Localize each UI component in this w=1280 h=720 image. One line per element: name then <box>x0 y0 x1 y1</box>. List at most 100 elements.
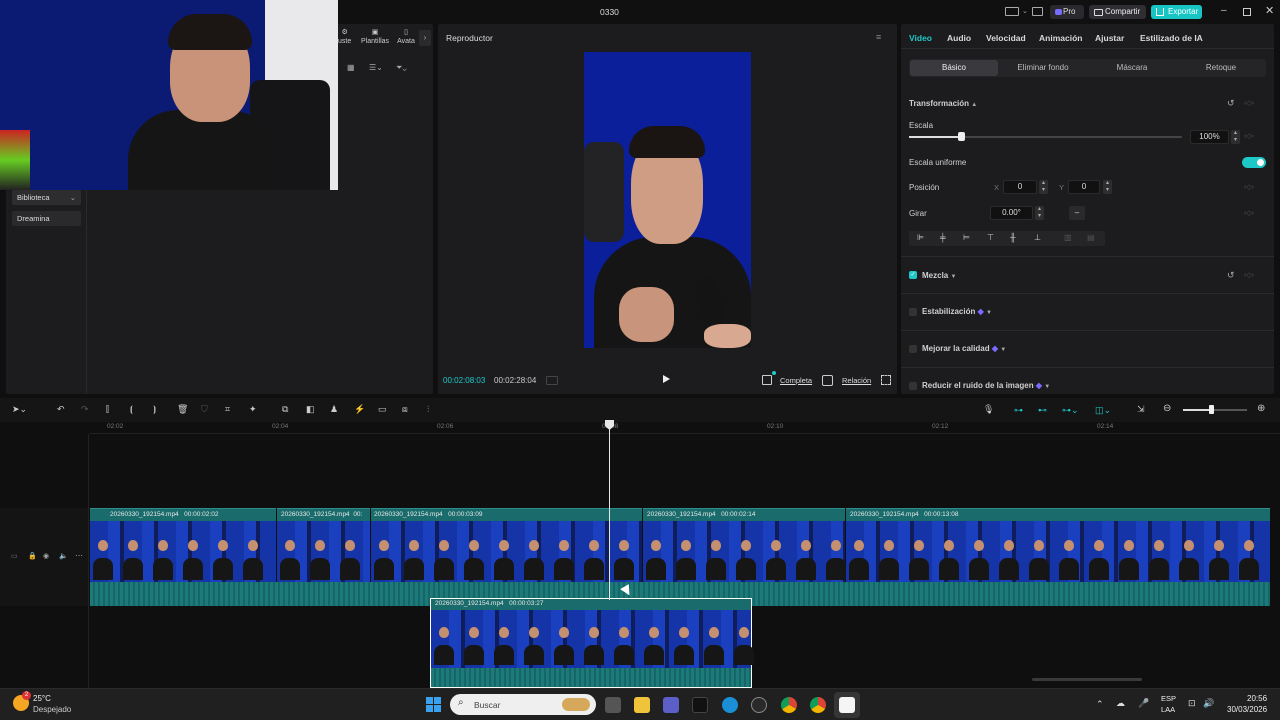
microphone-icon[interactable]: 🎙 <box>983 404 994 415</box>
taskbar-search[interactable]: ⌕ Buscar <box>450 694 596 715</box>
position-x-stepper[interactable]: ▴ ▾ <box>1039 180 1048 194</box>
align-right-icon[interactable]: ⊨ <box>963 233 970 242</box>
tab-animation[interactable]: Animación <box>1039 33 1082 43</box>
ai-icon[interactable]: ✦ <box>249 404 257 415</box>
tab-video[interactable]: Video <box>909 33 932 43</box>
network-icon[interactable]: ⊡ <box>1188 698 1196 709</box>
eye-icon[interactable]: ◉ <box>43 552 49 560</box>
shortcut-icon[interactable] <box>1032 7 1043 16</box>
shield-icon[interactable]: ⛉ <box>201 404 208 415</box>
grid-view-icon[interactable]: ▦ <box>347 63 355 72</box>
position-y-input[interactable]: 0 <box>1068 180 1100 194</box>
speaker-icon[interactable]: 🔈 <box>59 552 68 560</box>
keyframe-icon[interactable]: ‹◇› <box>1244 99 1254 107</box>
tab-ai-style[interactable]: Estilizado de IA <box>1140 33 1203 43</box>
redo-icon[interactable]: ↷ <box>81 404 89 415</box>
filter-icon[interactable]: ⏷⌄ <box>396 63 407 73</box>
video-preview[interactable] <box>584 52 751 348</box>
cover-icon[interactable]: ▭ <box>11 552 18 560</box>
task-view-icon[interactable] <box>605 697 621 713</box>
playhead[interactable] <box>609 420 610 600</box>
app-icon[interactable] <box>692 697 708 713</box>
frame-icon[interactable] <box>762 375 772 385</box>
scale-input[interactable]: 100% <box>1190 130 1229 144</box>
distribute-v-icon[interactable]: ▤ <box>1087 233 1095 242</box>
denoise-checkbox[interactable] <box>909 382 917 390</box>
capcut-icon[interactable] <box>839 697 855 713</box>
sort-icon[interactable]: ☰⌄ <box>369 63 383 72</box>
uniform-scale-toggle[interactable] <box>1242 157 1266 168</box>
trim-right-icon[interactable]: ⦘ <box>153 404 156 415</box>
align-bottom-icon[interactable]: ⊥ <box>1034 233 1041 242</box>
align-middle-icon[interactable]: ╫ <box>1010 233 1016 242</box>
toolbar-templates[interactable]: ▣ Plantillas <box>361 28 389 45</box>
file-explorer-icon[interactable] <box>634 697 650 713</box>
preview-axis-icon[interactable]: ◫⌄ <box>1095 405 1111 416</box>
subtab-retouch[interactable]: Retoque <box>1178 60 1264 76</box>
align-left-icon[interactable]: ⊫ <box>917 233 924 242</box>
rotate-stepper[interactable]: ▴ ▾ <box>1035 206 1044 220</box>
sidebar-item-dreamina[interactable]: Dreamina <box>12 211 81 226</box>
audio-split-icon[interactable]: ⫶ <box>427 404 429 415</box>
blend-checkbox[interactable]: ✓ <box>909 271 917 279</box>
freeze-icon[interactable]: ⧉ <box>282 404 288 415</box>
full-quality-button[interactable]: Completa <box>780 376 812 385</box>
tab-audio[interactable]: Audio <box>947 33 971 43</box>
timeline-scrollbar[interactable] <box>1032 678 1142 681</box>
enhance-checkbox[interactable] <box>909 345 917 353</box>
trim-left-icon[interactable]: ⦗ <box>130 404 133 415</box>
chevron-up-icon[interactable]: ⌃ <box>1096 699 1104 710</box>
blend-section[interactable]: Mezcla ▼ <box>922 271 956 280</box>
delete-icon[interactable]: 🗑 <box>177 404 188 415</box>
zoom-slider[interactable] <box>1183 409 1247 411</box>
scale-slider[interactable] <box>909 136 1182 138</box>
restore-icon[interactable] <box>1243 8 1251 16</box>
snap-icon[interactable]: ⊷ <box>1038 405 1047 416</box>
reset-icon[interactable]: ↺ <box>1227 270 1235 281</box>
zoom-slider-handle[interactable] <box>1209 405 1214 414</box>
snapshot-icon[interactable] <box>822 375 833 386</box>
layout-icon[interactable] <box>1005 7 1019 16</box>
link-icon[interactable]: ⊶⌄ <box>1062 405 1079 416</box>
tab-speed[interactable]: Velocidad <box>986 33 1026 43</box>
ratio-button[interactable]: Relación <box>842 376 871 385</box>
replace-icon[interactable]: ⧈ <box>402 404 408 415</box>
volume-icon[interactable]: 🔊 <box>1203 698 1214 709</box>
menu-icon[interactable]: ≡ <box>876 32 881 42</box>
more-icon[interactable]: ⋯ <box>75 551 83 560</box>
transform-section[interactable]: Transformación ▲ <box>909 99 977 108</box>
chevron-right-icon[interactable]: › <box>419 30 431 46</box>
fullscreen-icon[interactable] <box>881 375 891 385</box>
chatgpt-icon[interactable] <box>751 697 767 713</box>
denoise-section[interactable]: Reducir el ruido de la imagen ◆ ▼ <box>922 381 1050 390</box>
rotate-input[interactable]: 0.00° <box>990 206 1033 220</box>
rotate-flip-button[interactable]: – <box>1069 206 1085 220</box>
chrome-icon[interactable] <box>781 697 797 713</box>
crop-icon[interactable]: ⌗ <box>225 404 230 415</box>
zoom-out-icon[interactable]: ⊖ <box>1163 403 1171 414</box>
keyframe-icon[interactable]: ‹◇› <box>1244 209 1254 217</box>
teams-icon[interactable] <box>663 697 679 713</box>
language[interactable]: ESP <box>1161 694 1176 703</box>
caption-icon[interactable]: ▭ <box>378 404 387 415</box>
subtab-basic[interactable]: Básico <box>910 60 998 76</box>
enhance-section[interactable]: Mejorar la calidad ◆ ▼ <box>922 344 1006 353</box>
fit-icon[interactable]: ⇲ <box>1137 404 1145 415</box>
windows-start-icon[interactable] <box>426 697 441 712</box>
chrome-profile-icon[interactable] <box>810 697 826 713</box>
edge-icon[interactable] <box>722 697 738 713</box>
zoom-in-icon[interactable]: ⊕ <box>1257 403 1265 414</box>
align-top-icon[interactable]: ⊤ <box>987 233 994 242</box>
magic-wand-icon[interactable]: ⚡ <box>354 404 365 415</box>
reset-icon[interactable]: ↺ <box>1227 98 1235 109</box>
minimize-icon[interactable]: – <box>1221 5 1227 16</box>
position-y-stepper[interactable]: ▴ ▾ <box>1103 180 1112 194</box>
tab-adjust[interactable]: Ajustar <box>1095 33 1124 43</box>
stabilize-section[interactable]: Estabilización ◆ ▼ <box>922 307 992 316</box>
split-icon[interactable]: ⫿ <box>106 404 109 415</box>
toolbar-avatar[interactable]: ▯ Avata <box>397 28 415 45</box>
keyframe-icon[interactable]: ‹◇› <box>1244 183 1254 191</box>
mirror-icon[interactable]: ◧ <box>306 404 315 415</box>
keyframe-icon[interactable]: ‹◇› <box>1244 271 1254 279</box>
close-icon[interactable]: ✕ <box>1265 4 1274 17</box>
